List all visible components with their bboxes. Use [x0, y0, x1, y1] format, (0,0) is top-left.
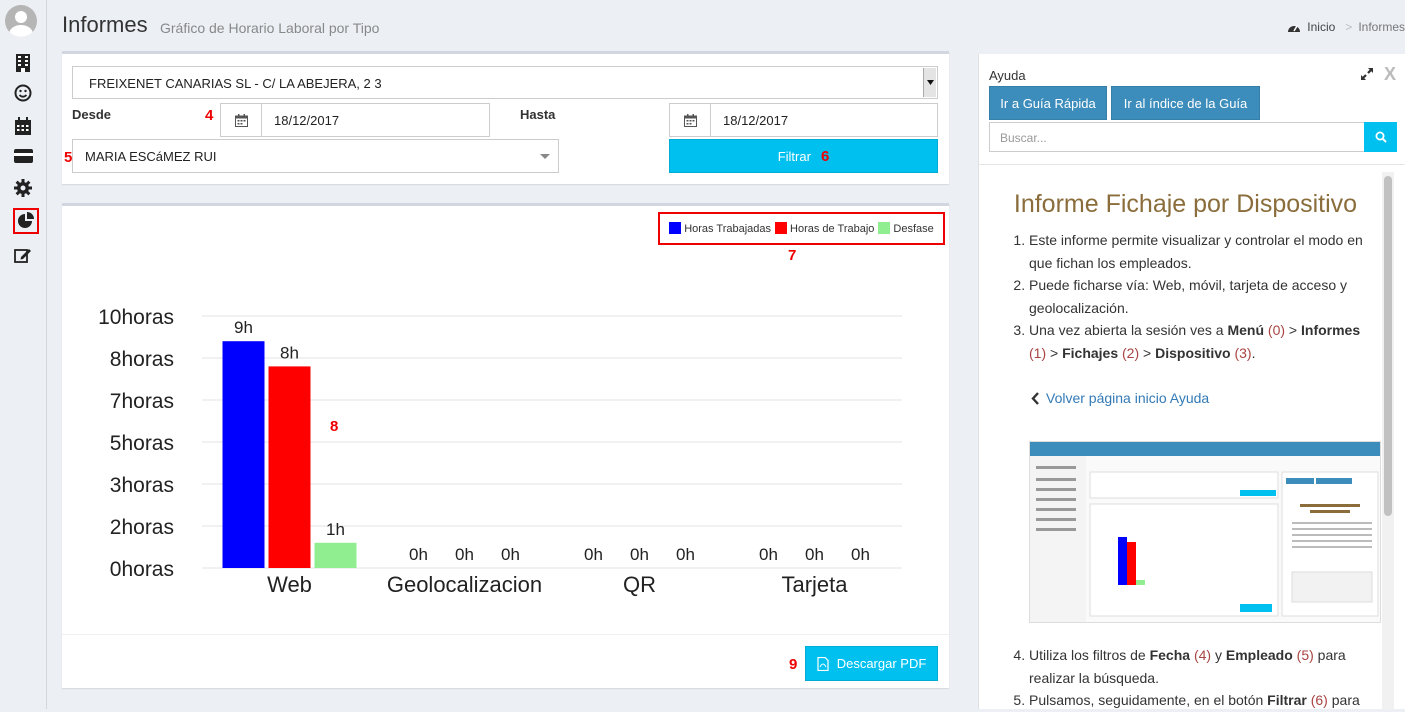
help-steps-continued: Utiliza los filtros de Fecha (4) y Emple… — [993, 644, 1378, 712]
employee-select[interactable]: MARIA ESCáMEZ RUI — [72, 139, 559, 173]
help-panel: Ayuda X Ir a Guía Rápida Ir al índice de… — [978, 54, 1405, 709]
sidebar — [0, 0, 47, 709]
bar-value-label: 0h — [630, 545, 649, 564]
x-category-label: Web — [267, 572, 312, 597]
guide-index-button[interactable]: Ir al índice de la Guía — [1111, 86, 1260, 120]
breadcrumb: Inicio > Informes — [1287, 20, 1405, 34]
bar-value-label: 0h — [584, 545, 603, 564]
bar-value-label: 0h — [805, 545, 824, 564]
desde-date-value: 18/12/2017 — [274, 113, 340, 128]
company-select-value: FREIXENET CANARIAS SL - C/ LA ABEJERA, 2… — [89, 76, 382, 91]
page-subtitle: Gráfico de Horario Laboral por Tipo — [160, 20, 380, 36]
help-step-1: Este informe permite visualizar y contro… — [1029, 229, 1378, 274]
quick-guide-button[interactable]: Ir a Guía Rápida — [989, 86, 1107, 120]
help-scrollbar-thumb[interactable] — [1384, 176, 1392, 516]
download-pdf-label: Descargar PDF — [836, 656, 927, 671]
help-heading: Informe Fichaje por Dispositivo — [1013, 190, 1358, 218]
x-category-label: QR — [623, 572, 656, 597]
search-icon[interactable] — [1364, 122, 1397, 152]
chevron-down-icon[interactable] — [923, 68, 936, 97]
y-tick-label: 10horas — [98, 306, 174, 329]
chevron-left-icon — [1031, 391, 1039, 405]
back-link-label: Volver página inicio Ayuda — [1046, 390, 1210, 406]
breadcrumb-current: Informes — [1358, 20, 1405, 34]
desde-label: Desde — [72, 107, 112, 122]
hasta-label: Hasta — [520, 107, 556, 122]
filter-box: FREIXENET CANARIAS SL - C/ LA ABEJERA, 2… — [62, 51, 949, 184]
x-category-label: Tarjeta — [781, 572, 848, 597]
edit-icon[interactable] — [11, 243, 35, 267]
box-footer-divider — [62, 634, 949, 635]
help-screenshot-thumbnail — [1029, 441, 1381, 623]
help-step-4: Utiliza los filtros de Fecha (4) y Emple… — [1029, 644, 1378, 689]
annotation-4: 4 — [205, 107, 214, 124]
bar-value-label: 0h — [759, 545, 778, 564]
filter-button[interactable]: Filtrar 6 — [669, 139, 938, 173]
y-tick-label: 0horas — [110, 558, 174, 581]
calendar-icon[interactable] — [221, 104, 262, 136]
dashboard-icon — [1288, 25, 1301, 32]
help-step-2: Puede ficharse vía: Web, móvil, tarjeta … — [1029, 274, 1378, 319]
calendar-icon[interactable] — [11, 114, 35, 138]
calendar-icon[interactable] — [670, 104, 711, 136]
desde-date-field[interactable]: 18/12/2017 — [220, 103, 490, 137]
bar-value-label: 0h — [676, 545, 695, 564]
back-to-help-home-link[interactable]: Volver página inicio Ayuda — [1031, 390, 1209, 406]
bar-value-label: 0h — [851, 545, 870, 564]
bar-value-label: 9h — [234, 318, 253, 337]
close-icon[interactable]: X — [1384, 64, 1396, 85]
help-step-3: Una vez abierta la sesión ves a Menú (0)… — [1029, 319, 1378, 364]
bar-web-2 — [268, 366, 311, 568]
bar-web-3 — [314, 542, 357, 568]
filter-button-label: Filtrar — [777, 148, 811, 164]
bar-web-1 — [222, 341, 265, 568]
help-search-input[interactable]: Buscar... — [989, 122, 1365, 152]
y-tick-label: 2horas — [110, 516, 174, 539]
pie-chart-icon[interactable] — [13, 208, 39, 234]
help-title: Ayuda — [989, 68, 1026, 83]
help-content-continued: Utiliza los filtros de Fecha (4) y Emple… — [993, 644, 1378, 712]
help-step-5: Pulsamos, seguidamente, en el botón Filt… — [1029, 689, 1378, 712]
avatar[interactable] — [5, 5, 37, 37]
employee-select-value: MARIA ESCáMEZ RUI — [85, 149, 217, 164]
bar-value-label: 8h — [280, 343, 299, 362]
download-pdf-button[interactable]: Descargar PDF — [805, 646, 938, 681]
hasta-date-field[interactable]: 18/12/2017 — [669, 103, 938, 137]
expand-icon[interactable] — [1361, 67, 1373, 85]
caret-down-icon — [540, 154, 550, 159]
bar-chart: 0horas 2horas 3horas 5horas 7horas 8horas 10ho… — [98, 306, 902, 597]
credit-card-icon[interactable] — [11, 144, 35, 168]
annotation-6: 6 — [820, 147, 830, 165]
smile-icon[interactable] — [11, 81, 35, 105]
breadcrumb-home[interactable]: Inicio — [1307, 20, 1335, 34]
bar-value-label: 0h — [501, 545, 520, 564]
bar-value-label: 1h — [326, 520, 345, 539]
help-content: Informe Fichaje por Dispositivo Este inf… — [993, 190, 1378, 364]
y-tick-label: 5horas — [110, 432, 174, 455]
building-icon[interactable] — [11, 51, 35, 75]
bar-value-label: 0h — [409, 545, 428, 564]
x-category-label: Geolocalizacion — [387, 572, 542, 597]
y-tick-label: 7horas — [110, 390, 174, 413]
help-steps: Este informe permite visualizar y contro… — [993, 229, 1378, 364]
y-tick-label: 8horas — [110, 348, 174, 371]
chart-box: Horas Trabajadas Horas de Trabajo Desfas… — [62, 203, 949, 688]
help-divider — [979, 164, 1405, 165]
y-tick-label: 3horas — [110, 474, 174, 497]
breadcrumb-separator: > — [1345, 20, 1353, 34]
gear-icon[interactable] — [11, 176, 35, 200]
annotation-9: 9 — [789, 656, 798, 673]
page-title: Informes — [62, 12, 148, 37]
hasta-date-value: 18/12/2017 — [723, 113, 789, 128]
bar-value-label: 0h — [455, 545, 474, 564]
company-select[interactable]: FREIXENET CANARIAS SL - C/ LA ABEJERA, 2… — [72, 66, 938, 99]
pdf-file-icon — [817, 656, 829, 671]
